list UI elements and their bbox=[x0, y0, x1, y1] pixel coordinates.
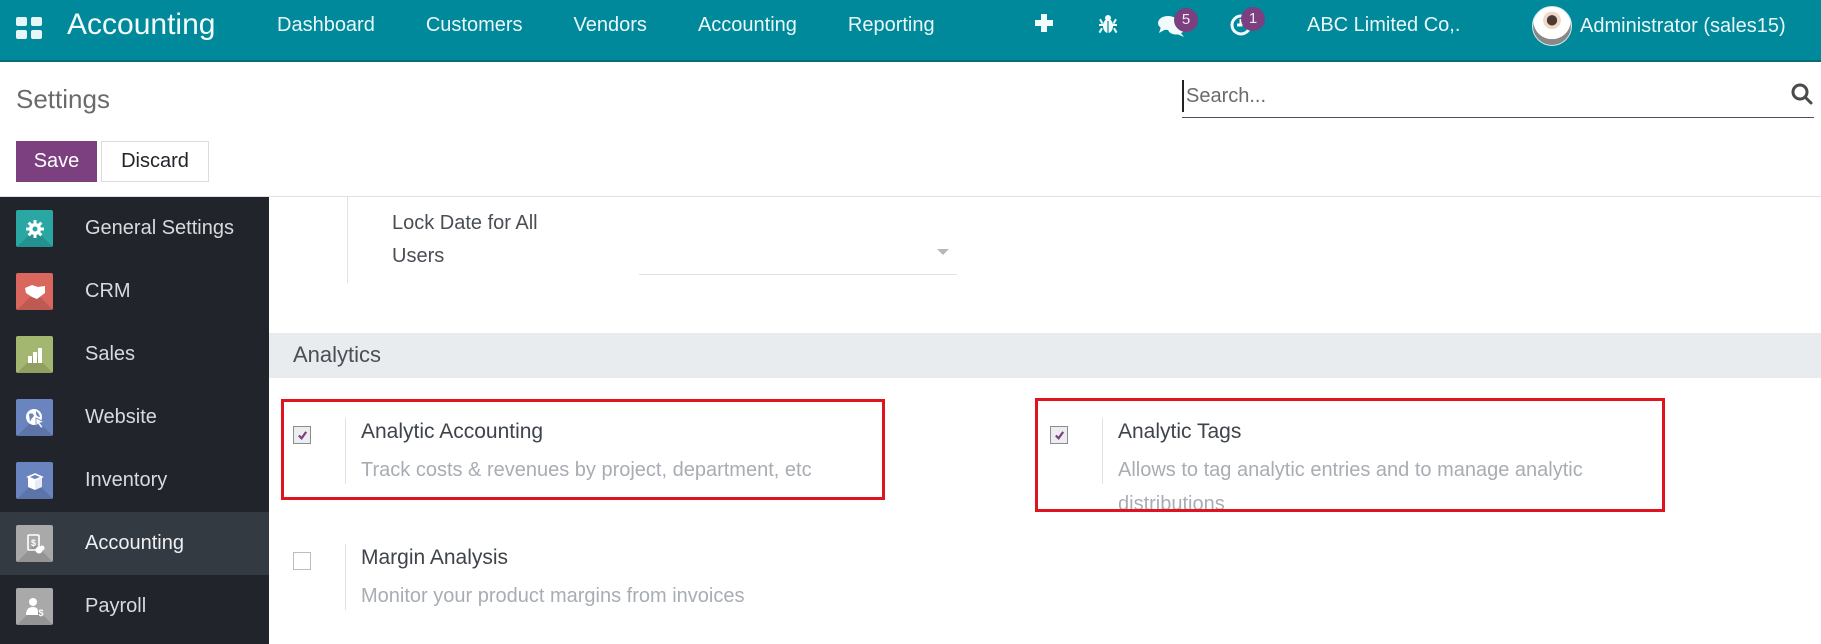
app-name: Accounting bbox=[67, 8, 216, 41]
menu-customers[interactable]: Customers bbox=[426, 14, 523, 37]
globe-icon bbox=[16, 399, 53, 436]
main-menu: Dashboard Customers Vendors Accounting R… bbox=[277, 14, 986, 37]
analytic-accounting-checkbox[interactable] bbox=[293, 426, 311, 444]
section-header-analytics: Analytics bbox=[269, 333, 1821, 378]
margin-analysis-checkbox[interactable] bbox=[293, 552, 311, 570]
bug-icon[interactable] bbox=[1097, 13, 1119, 41]
person-dollar-icon: $ bbox=[16, 588, 53, 625]
menu-accounting[interactable]: Accounting bbox=[698, 14, 797, 37]
sidebar-item-general-settings[interactable]: General Settings bbox=[0, 197, 269, 260]
check-icon bbox=[1054, 430, 1064, 440]
chat-icon[interactable]: 5 bbox=[1158, 8, 1198, 44]
sidebar-item-accounting[interactable]: $ Accounting bbox=[0, 512, 269, 575]
box-icon bbox=[16, 462, 53, 499]
user-menu[interactable]: Administrator (sales15) bbox=[1532, 6, 1786, 46]
setting-description: Allows to tag analytic entries and to ma… bbox=[1118, 459, 1583, 515]
analytic-tags-checkbox[interactable] bbox=[1050, 426, 1068, 444]
invoice-icon: $ bbox=[16, 525, 53, 562]
svg-text:$: $ bbox=[38, 608, 43, 617]
menu-reporting[interactable]: Reporting bbox=[848, 14, 935, 37]
sidebar-item-payroll[interactable]: $ Payroll bbox=[0, 575, 269, 638]
sidebar-item-inventory[interactable]: Inventory bbox=[0, 449, 269, 512]
sidebar-item-label: Inventory bbox=[85, 469, 168, 491]
check-icon bbox=[297, 430, 307, 440]
chart-icon bbox=[16, 336, 53, 373]
sidebar-item-label: Accounting bbox=[85, 532, 184, 554]
divider bbox=[347, 197, 348, 283]
avatar bbox=[1532, 6, 1572, 46]
search-input[interactable] bbox=[1182, 80, 1762, 112]
messages-count-badge: 5 bbox=[1174, 8, 1198, 32]
setting-title: Margin Analysis bbox=[361, 546, 509, 569]
discard-button[interactable]: Discard bbox=[101, 141, 209, 182]
sidebar-item-label: CRM bbox=[85, 280, 131, 302]
lock-date-label: Lock Date for All Users bbox=[392, 212, 538, 267]
divider bbox=[345, 418, 346, 484]
user-name: Administrator (sales15) bbox=[1580, 14, 1786, 37]
save-button[interactable]: Save bbox=[16, 141, 97, 182]
plus-icon[interactable] bbox=[1034, 13, 1054, 39]
handshake-icon bbox=[16, 273, 53, 310]
sidebar-item-label: Sales bbox=[85, 343, 136, 365]
activities-count-badge: 1 bbox=[1241, 7, 1265, 31]
setting-title: Analytic Tags bbox=[1118, 420, 1242, 443]
clock-icon[interactable]: 1 bbox=[1229, 7, 1265, 43]
setting-analytic-accounting: Analytic Accounting Track costs & revenu… bbox=[281, 400, 871, 500]
sidebar-item-crm[interactable]: CRM bbox=[0, 260, 269, 323]
company-switcher[interactable]: ABC Limited Co,. bbox=[1307, 14, 1460, 37]
gear-icon bbox=[16, 210, 53, 247]
caret-down-icon bbox=[937, 249, 949, 255]
sidebar-item-label: Payroll bbox=[85, 595, 147, 617]
setting-analytic-tags: Analytic Tags Allows to tag analytic ent… bbox=[1038, 400, 1638, 515]
divider bbox=[1102, 418, 1103, 484]
menu-vendors[interactable]: Vendors bbox=[574, 14, 647, 37]
lock-date-field[interactable] bbox=[639, 217, 957, 275]
setting-margin-analysis: Margin Analysis Monitor your product mar… bbox=[281, 526, 871, 626]
svg-text:$: $ bbox=[30, 538, 35, 548]
sidebar-item-label: Website bbox=[85, 406, 157, 428]
menu-dashboard[interactable]: Dashboard bbox=[277, 14, 375, 37]
settings-content: Lock Date for All Users Analytics Analyt… bbox=[269, 197, 1821, 644]
search-icon[interactable] bbox=[1790, 82, 1814, 106]
search-bar bbox=[1182, 76, 1814, 118]
page-title: Settings bbox=[16, 84, 110, 114]
setting-description: Track costs & revenues by project, depar… bbox=[361, 459, 812, 481]
setting-title: Analytic Accounting bbox=[361, 420, 544, 443]
divider bbox=[345, 544, 346, 610]
section-title: Analytics bbox=[293, 342, 382, 367]
sidebar-item-label: General Settings bbox=[85, 217, 234, 239]
control-panel: Settings Save Discard bbox=[0, 62, 1821, 197]
apps-menu-icon[interactable] bbox=[16, 17, 42, 39]
top-navbar: Accounting Dashboard Customers Vendors A… bbox=[0, 0, 1821, 62]
sidebar-item-sales[interactable]: Sales bbox=[0, 323, 269, 386]
settings-sidebar: General Settings CRM Sales Website Inven… bbox=[0, 197, 269, 644]
sidebar-item-website[interactable]: Website bbox=[0, 386, 269, 449]
setting-description: Monitor your product margins from invoic… bbox=[361, 585, 745, 607]
